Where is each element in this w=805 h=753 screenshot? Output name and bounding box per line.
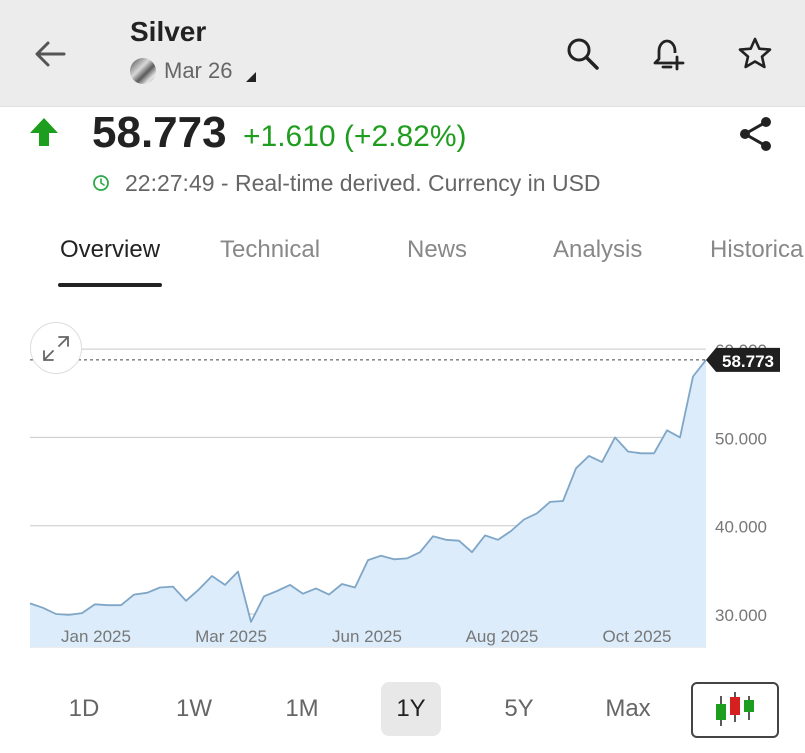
contract-selector[interactable]: Mar 26	[130, 58, 257, 84]
range-1y-button[interactable]: 1Y	[381, 682, 441, 736]
clock-icon	[93, 175, 109, 191]
star-icon[interactable]	[737, 36, 773, 72]
range-max-button[interactable]: Max	[598, 682, 658, 736]
last-price-label: 58.773	[722, 352, 774, 371]
price-up-arrow-icon	[30, 118, 58, 146]
x-tick-label: Oct 2025	[603, 627, 672, 646]
share-icon[interactable]	[736, 114, 776, 154]
range-1m-button[interactable]: 1M	[272, 682, 332, 736]
tab-analysis[interactable]: Analysis	[553, 236, 642, 264]
y-tick-label: 40.000	[715, 518, 767, 537]
instrument-title: Silver	[130, 16, 207, 47]
range-5y-button[interactable]: 5Y	[489, 682, 549, 736]
candlestick-icon	[716, 692, 754, 726]
tab-historical[interactable]: Historica	[710, 236, 803, 264]
section-tabs: Overview Technical News Analysis Histori…	[0, 230, 805, 290]
expand-icon	[43, 336, 69, 361]
tab-technical[interactable]: Technical	[220, 236, 320, 264]
y-tick-label: 50.000	[715, 429, 767, 448]
tab-overview[interactable]: Overview	[60, 236, 160, 264]
x-tick-label: Jan 2025	[61, 627, 131, 646]
quote-timestamp: 22:27:49 - Real-time derived. Currency i…	[125, 170, 601, 196]
contract-label: Mar 26	[164, 58, 233, 83]
area-fill	[30, 359, 706, 647]
dropdown-caret-icon	[246, 72, 257, 82]
search-icon[interactable]	[565, 36, 601, 72]
last-price: 58.773	[92, 108, 227, 157]
top-app-bar: Silver Mar 26	[0, 0, 805, 107]
active-tab-indicator	[58, 283, 162, 287]
silver-coin-icon	[130, 58, 156, 84]
price-change: +1.610 (+2.82%)	[243, 120, 467, 153]
range-1d-button[interactable]: 1D	[54, 682, 114, 736]
range-1w-button[interactable]: 1W	[164, 682, 224, 736]
candlestick-toggle-button[interactable]	[691, 682, 779, 738]
time-range-selector: 1D 1W 1M 1Y 5Y Max	[0, 680, 805, 740]
expand-chart-button[interactable]	[30, 322, 82, 374]
tab-news[interactable]: News	[407, 236, 467, 264]
x-tick-label: Mar 2025	[195, 627, 267, 646]
back-arrow-icon[interactable]	[30, 36, 70, 72]
x-tick-label: Aug 2025	[466, 627, 539, 646]
price-chart: 60.00050.00040.00030.000Jan 2025Mar 2025…	[29, 341, 780, 648]
x-tick-label: Jun 2025	[332, 627, 402, 646]
add-alert-icon[interactable]	[650, 36, 686, 72]
y-tick-label: 30.000	[715, 606, 767, 625]
